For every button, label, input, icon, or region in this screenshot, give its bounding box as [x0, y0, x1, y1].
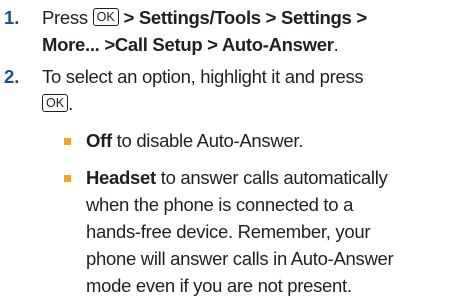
- option-name: Headset: [86, 167, 156, 188]
- period: .: [68, 93, 73, 114]
- menu-path-part2: More... >Call Setup > Auto-Answer: [42, 34, 334, 55]
- bullet-icon: [64, 175, 71, 182]
- step-line: More... >Call Setup > Auto-Answer.: [42, 31, 460, 58]
- option-description: to answer calls automatically: [155, 167, 388, 188]
- period: .: [333, 34, 339, 55]
- option-list: Off to disable Auto-Answer. Headset to a…: [64, 127, 460, 299]
- option-line: phone will answer calls in Auto-Answer: [86, 248, 394, 269]
- option-line: mode even if you are not present.: [86, 275, 352, 296]
- ok-key-icon: OK: [42, 94, 69, 112]
- option-line: hands-free device. Remember, your: [86, 221, 371, 242]
- step-number: 1.: [4, 7, 20, 28]
- option-line: Headset to answer calls automatically: [86, 164, 460, 191]
- ok-key-icon: OK: [92, 8, 119, 26]
- option-item-off: Off to disable Auto-Answer.: [64, 127, 460, 154]
- step-number: 2.: [4, 66, 20, 87]
- bullet-icon: [64, 138, 71, 145]
- instruction-page: 1. Press OK > Settings/Tools > Settings …: [0, 0, 462, 299]
- option-description: to disable Auto-Answer.: [111, 130, 304, 151]
- step-line: Press OK > Settings/Tools > Settings >: [42, 4, 460, 31]
- menu-path-part1: > Settings/Tools > Settings >: [123, 7, 368, 28]
- option-item-headset: Headset to answer calls automatically wh…: [64, 164, 460, 299]
- step-text: To select an option, highlight it and pr…: [42, 63, 460, 117]
- option-name: Off: [86, 130, 112, 151]
- step-line: OK.: [42, 90, 460, 117]
- option-line: when the phone is connected to a: [86, 194, 354, 215]
- step-line: To select an option, highlight it and pr…: [42, 66, 364, 87]
- step-text: Press OK > Settings/Tools > Settings > M…: [42, 4, 460, 58]
- step-text-press: Press: [42, 7, 88, 28]
